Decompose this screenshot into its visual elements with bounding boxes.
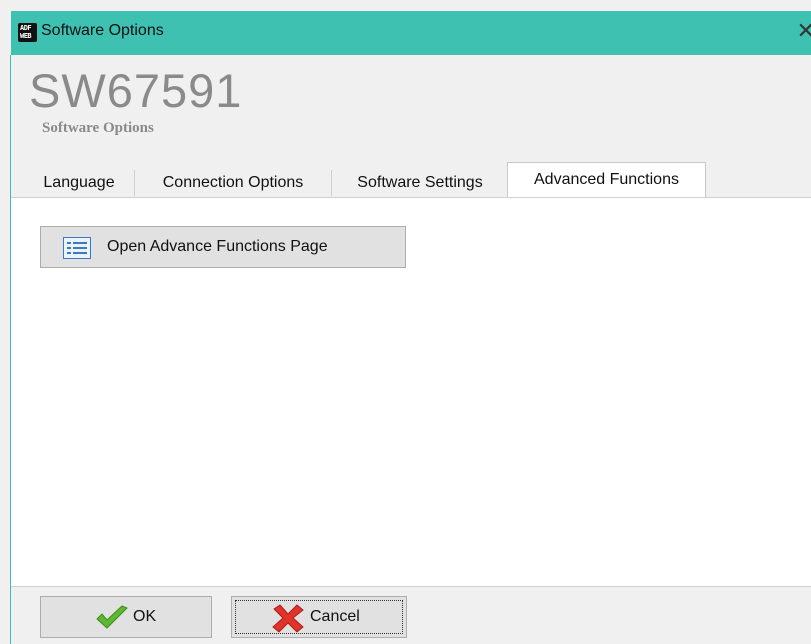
tab-software-settings[interactable]: Software Settings xyxy=(332,170,509,196)
list-icon xyxy=(63,237,91,259)
open-advance-functions-label: Open Advance Functions Page xyxy=(107,238,328,255)
tab-bar: Language Connection Options Software Set… xyxy=(11,162,811,198)
close-icon[interactable]: ✕ xyxy=(797,19,811,44)
tab-language[interactable]: Language xyxy=(24,170,135,196)
tab-advanced-functions[interactable]: Advanced Functions xyxy=(507,162,706,198)
software-options-window: ADF WEB Software Options ✕ SW67591 Softw… xyxy=(0,0,811,644)
app-icon: ADF WEB xyxy=(18,23,37,42)
cancel-label: Cancel xyxy=(310,608,360,625)
app-icon-text-bottom: WEB xyxy=(20,32,32,40)
app-icon-text-top: ADF xyxy=(20,24,32,32)
page-subtitle: Software Options xyxy=(42,120,154,136)
ok-button[interactable]: OK xyxy=(40,596,212,638)
product-code-title: SW67591 xyxy=(29,64,243,117)
tab-connection-options[interactable]: Connection Options xyxy=(135,170,332,196)
open-advance-functions-button[interactable]: Open Advance Functions Page xyxy=(40,226,406,268)
title-bar[interactable]: ADF WEB Software Options ✕ xyxy=(11,11,811,55)
ok-label: OK xyxy=(133,608,157,625)
window-title: Software Options xyxy=(41,22,164,39)
x-icon xyxy=(272,604,304,633)
checkmark-icon xyxy=(96,605,128,629)
cancel-button[interactable]: Cancel xyxy=(231,596,407,638)
